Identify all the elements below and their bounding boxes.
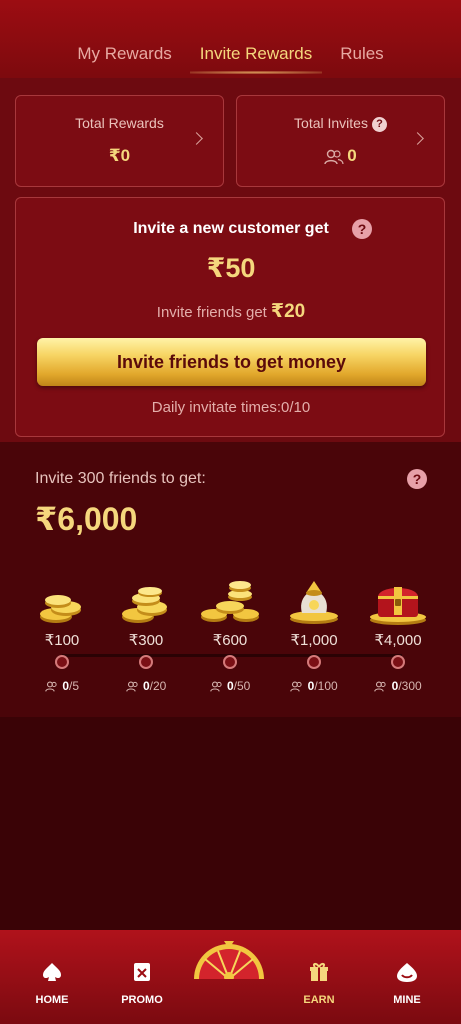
tier-current: 0	[62, 679, 69, 693]
milestone-tier: ₹4,000 0/300	[356, 577, 440, 693]
tier-dot	[391, 655, 405, 669]
help-icon[interactable]: ?	[352, 219, 372, 239]
total-rewards-value: ₹0	[108, 146, 131, 165]
mine-icon	[367, 960, 447, 984]
nav-mine-label: MINE	[393, 994, 421, 1006]
milestone-tier: ₹1,000 0/100	[272, 577, 356, 693]
nav-earn[interactable]: EARN	[279, 960, 359, 1006]
empty-area	[0, 717, 461, 930]
tab-bar: My Rewards Invite Rewards Rules	[0, 0, 461, 78]
nav-promo[interactable]: PROMO	[102, 960, 182, 1006]
tier-dot	[139, 655, 153, 669]
tier-dot	[223, 655, 237, 669]
milestone-title: Invite 300 friends to get:	[35, 470, 206, 487]
daily-invite-times: Daily invitate times:0/10	[151, 399, 311, 416]
total-rewards-card[interactable]: Total Rewards ₹0	[15, 95, 224, 187]
tier-value: ₹4,000	[374, 632, 422, 649]
tier-target: /50	[233, 679, 251, 693]
tab-invite-rewards[interactable]: Invite Rewards	[186, 44, 326, 74]
coins-icon	[188, 577, 272, 625]
home-spade-icon	[12, 960, 92, 984]
nav-promo-label: PROMO	[121, 994, 163, 1006]
tier-current: 0	[226, 679, 234, 693]
users-icon	[324, 149, 344, 164]
tier-current: 0	[142, 679, 150, 693]
milestone-section: Invite 300 friends to get: ? ₹6,000 ₹100…	[0, 442, 461, 717]
friends-reward-text: Invite friends get	[156, 304, 267, 321]
milestone-tier: ₹100 0/5	[20, 577, 104, 693]
nav-home-label: HOME	[35, 994, 69, 1006]
tab-rules[interactable]: Rules	[326, 44, 397, 70]
milestone-amount: ₹6,000	[35, 501, 138, 537]
chevron-right-icon	[190, 132, 203, 145]
tier-value: ₹100	[44, 632, 80, 649]
promo-icon	[102, 960, 182, 984]
help-icon[interactable]: ?	[407, 469, 427, 489]
total-invites-value: 0	[347, 146, 357, 165]
total-invites-card[interactable]: Total Invites? 0	[236, 95, 445, 187]
total-invites-label: Total Invites	[294, 115, 368, 131]
milestone-tier: ₹600 0/50	[188, 577, 272, 693]
invite-title: Invite a new customer get	[133, 220, 329, 237]
help-icon[interactable]: ?	[371, 116, 387, 132]
users-icon	[374, 681, 386, 692]
friends-reward-line: Invite friends get ₹20	[16, 300, 446, 323]
coin-bag-icon	[272, 577, 356, 625]
milestone-tier: ₹300 0/20	[104, 577, 188, 693]
users-icon	[290, 681, 302, 692]
users-icon	[45, 681, 57, 692]
invite-card: Invite a new customer get ? ₹50 Invite f…	[15, 197, 445, 437]
users-icon	[125, 681, 138, 692]
total-rewards-label: Total Rewards	[75, 115, 164, 131]
tier-target: /5	[69, 679, 80, 693]
chevron-right-icon	[411, 132, 424, 145]
invite-summary-section: Total Rewards ₹0 Total Invites? 0 Invite…	[0, 78, 461, 442]
tab-my-rewards[interactable]: My Rewards	[63, 44, 185, 70]
tier-dot	[307, 655, 321, 669]
lucky-wheel-icon[interactable]	[190, 935, 268, 979]
milestone-track: ₹100 0/5 ₹300 0/20 ₹600 0/50 ₹1,000 0/10…	[20, 577, 441, 697]
tier-target: /100	[314, 679, 338, 693]
tier-value: ₹600	[212, 632, 248, 649]
nav-earn-label: EARN	[303, 994, 335, 1006]
tier-dot	[55, 655, 69, 669]
treasure-chest-icon	[356, 577, 440, 625]
invite-friends-button[interactable]: Invite friends to get money	[37, 338, 426, 386]
friends-reward-amount: ₹20	[270, 301, 306, 322]
tier-value: ₹1,000	[290, 632, 338, 649]
nav-home[interactable]: HOME	[12, 960, 92, 1006]
users-icon	[209, 681, 222, 692]
gift-icon	[279, 960, 359, 984]
tier-target: /20	[149, 679, 167, 693]
tier-target: /300	[398, 679, 422, 693]
invite-amount: ₹50	[206, 253, 256, 283]
tier-value: ₹300	[128, 632, 164, 649]
coins-icon	[104, 577, 188, 625]
coins-icon	[20, 577, 104, 625]
nav-mine[interactable]: MINE	[367, 960, 447, 1006]
